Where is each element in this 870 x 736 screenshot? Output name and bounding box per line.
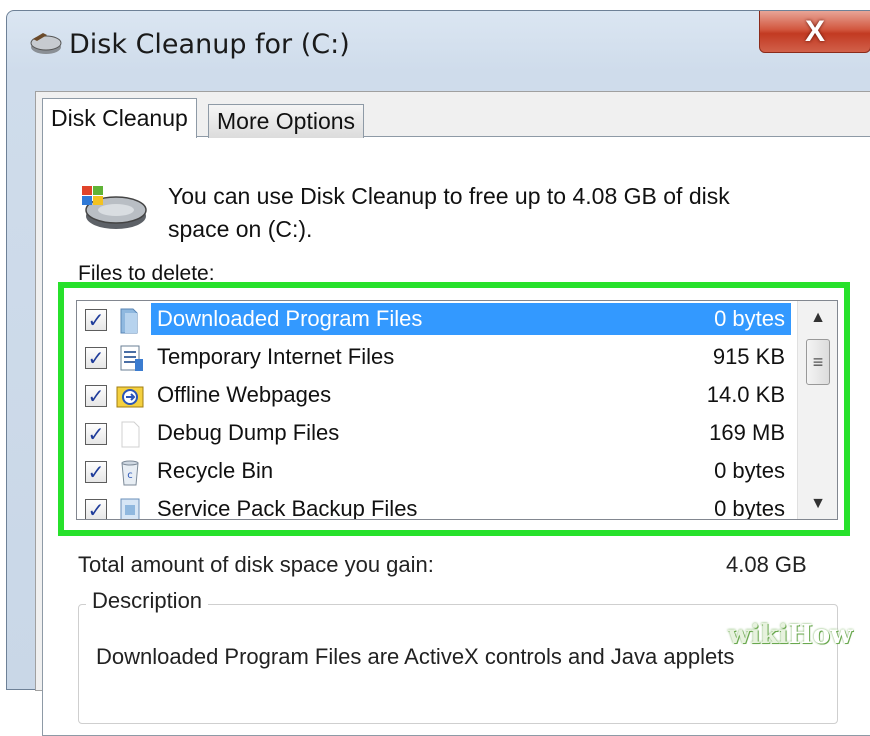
title-bar[interactable]: Disk Cleanup for (C:) X	[7, 11, 870, 81]
file-size: 915 KB	[712, 344, 785, 369]
description-label: Description	[86, 588, 209, 614]
dialog-panel: Disk Cleanup More Options You can use Di…	[35, 91, 870, 736]
checkbox[interactable]: ✓	[85, 309, 107, 332]
intro-text: You can use Disk Cleanup to free up to 4…	[168, 183, 730, 242]
close-button[interactable]: X	[759, 11, 870, 53]
file-name: Service Pack Backup Files	[157, 496, 418, 520]
checkbox[interactable]: ✓	[85, 423, 107, 446]
document-icon	[120, 345, 143, 371]
checkbox[interactable]: ✓	[85, 461, 107, 484]
checkbox[interactable]: ✓	[85, 385, 107, 408]
offline-webpages-icon	[116, 386, 144, 408]
list-item[interactable]: ✓ Offline Webpages 14.0 KB	[77, 377, 797, 415]
list-scrollbar[interactable]: ▲ ≡ ▼	[797, 301, 837, 519]
watermark-wiki: wiki	[728, 620, 789, 650]
file-name: Temporary Internet Files	[157, 344, 395, 369]
files-list[interactable]: ✓ Downloaded Program Files 0 bytes ✓ Tem…	[76, 300, 838, 520]
scroll-down-arrow-icon[interactable]: ▼	[798, 487, 837, 519]
tab-more-options[interactable]: More Options	[208, 104, 365, 138]
file-name: Recycle Bin	[157, 458, 274, 483]
checkbox[interactable]: ✓	[85, 347, 107, 370]
tab-disk-cleanup[interactable]: Disk Cleanup	[42, 98, 197, 138]
checkbox[interactable]: ✓	[85, 499, 107, 519]
backup-icon	[120, 498, 140, 519]
file-size: 169 MB	[709, 420, 785, 445]
window-title: Disk Cleanup for (C:)	[69, 29, 350, 60]
list-item[interactable]: ✓ Debug Dump Files 169 MB	[77, 415, 797, 453]
hard-drive-icon	[82, 186, 147, 229]
file-name: Debug Dump Files	[157, 420, 340, 445]
svg-text:c: c	[127, 470, 133, 481]
watermark-how: How	[788, 620, 853, 650]
wikihow-watermark: wikiHow	[728, 620, 852, 650]
blank-file-icon	[121, 421, 140, 448]
file-name: Downloaded Program Files	[157, 306, 423, 331]
file-size: 0 bytes	[714, 458, 785, 483]
list-item[interactable]: ✓ c Recycle Bin 0 bytes	[77, 453, 797, 491]
list-item[interactable]: ✓ Temporary Internet Files 915 KB	[77, 339, 797, 377]
total-gain-label: Total amount of disk space you gain:	[78, 552, 434, 577]
total-gain-value: 4.08 GB	[726, 552, 807, 577]
folder-icon	[120, 308, 138, 334]
file-size: 0 bytes	[714, 496, 785, 520]
close-icon: X	[804, 14, 825, 48]
file-name: Offline Webpages	[157, 382, 332, 407]
disk-cleanup-window: Disk Cleanup for (C:) X Disk Cleanup Mor…	[6, 10, 870, 736]
file-size: 0 bytes	[714, 306, 785, 331]
scroll-thumb[interactable]: ≡	[806, 339, 830, 385]
disk-cleanup-icon	[30, 33, 62, 54]
list-item[interactable]: ✓ Service Pack Backup Files 0 bytes	[77, 491, 797, 520]
scroll-up-arrow-icon[interactable]: ▲	[798, 301, 837, 335]
file-size: 14.0 KB	[706, 382, 785, 407]
recycle-bin-icon: c	[121, 460, 139, 486]
list-item[interactable]: ✓ Downloaded Program Files 0 bytes	[77, 301, 797, 339]
